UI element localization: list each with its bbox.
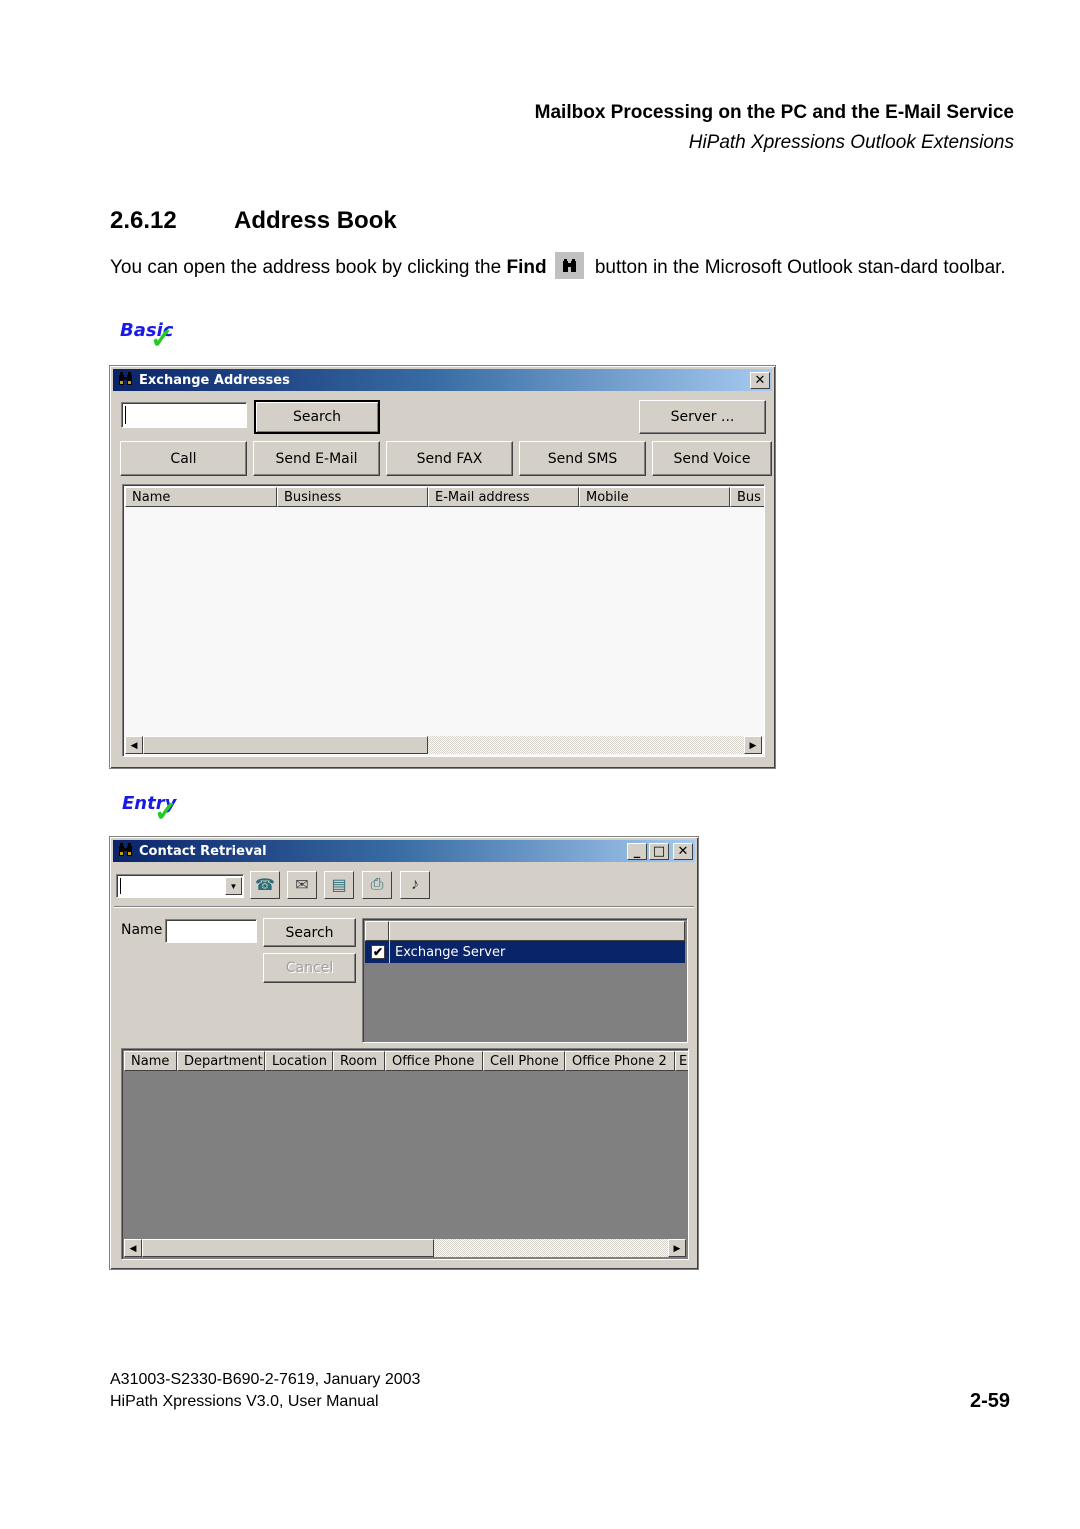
scroll-thumb[interactable] xyxy=(143,736,428,754)
column-header-email[interactable]: E-Mail address xyxy=(428,487,579,507)
server-list[interactable]: ✔ Exchange Server xyxy=(362,918,688,1043)
send-voice-button[interactable]: Send Voice xyxy=(652,441,772,476)
call-button[interactable]: Call xyxy=(120,441,247,476)
column-header-cell-phone[interactable]: Cell Phone xyxy=(483,1051,565,1071)
scroll-thumb[interactable] xyxy=(142,1239,434,1257)
entry-badge: Entry ✓ xyxy=(122,793,192,829)
footer-doc-id: A31003-S2330-B690-2-7619, January 2003 xyxy=(110,1371,421,1388)
column-header-location[interactable]: Location xyxy=(265,1051,333,1071)
close-button[interactable]: ✕ xyxy=(673,843,693,860)
horizontal-scrollbar[interactable]: ◀ ▶ xyxy=(125,736,762,754)
server-name: Exchange Server xyxy=(395,944,506,960)
contact-results-list[interactable]: Name Department Location Room Office Pho… xyxy=(121,1048,689,1260)
contact-title: Contact Retrieval xyxy=(139,843,267,859)
scroll-right-button[interactable]: ▶ xyxy=(668,1239,686,1257)
section-number: 2.6.12 xyxy=(110,207,177,234)
contact-titlebar[interactable]: Contact Retrieval _ □ ✕ xyxy=(113,840,695,862)
server-row-exchange[interactable]: ✔ Exchange Server xyxy=(365,941,685,963)
fax-icon[interactable]: ⎙ xyxy=(362,871,392,899)
checkbox-checked-icon[interactable]: ✔ xyxy=(371,945,385,959)
voice-icon[interactable]: ♪ xyxy=(400,871,430,899)
name-label: Name xyxy=(121,922,163,938)
exchange-search-button[interactable]: Search xyxy=(254,400,380,434)
phone-handset-icon[interactable]: ☎ xyxy=(250,871,280,899)
para-text-before: You can open the address book by clickin… xyxy=(110,257,507,278)
checkmark-icon: ✓ xyxy=(154,796,178,827)
exchange-titlebar[interactable]: Exchange Addresses ✕ xyxy=(113,369,772,391)
server-button[interactable]: Server ... xyxy=(639,400,766,434)
send-email-button[interactable]: Send E-Mail xyxy=(253,441,380,476)
binoculars-icon xyxy=(117,370,135,390)
column-header-e[interactable]: E xyxy=(675,1051,688,1071)
intro-paragraph: You can open the address book by clickin… xyxy=(110,252,1020,280)
para-text-after: button in the Microsoft Outlook stan-dar… xyxy=(589,257,1006,278)
mobile-sms-icon[interactable]: ▤ xyxy=(324,871,354,899)
close-button[interactable]: ✕ xyxy=(750,372,770,389)
row-divider xyxy=(389,941,390,963)
column-header-mobile[interactable]: Mobile xyxy=(579,487,730,507)
contact-search-button[interactable]: Search xyxy=(263,918,356,947)
scroll-right-button[interactable]: ▶ xyxy=(744,736,762,754)
minimize-button[interactable]: _ xyxy=(627,843,647,860)
exchange-results-list[interactable]: Name Business E-Mail address Mobile Bus … xyxy=(122,484,765,757)
checkmark-icon: ✓ xyxy=(150,323,174,354)
email-envelope-icon[interactable]: ✉ xyxy=(287,871,317,899)
contact-retrieval-dialog: Contact Retrieval _ □ ✕ ▼ ☎ ✉ ▤ ⎙ ♪ Name… xyxy=(109,836,699,1270)
basic-badge: Basic ✓ xyxy=(120,320,190,356)
server-column-check[interactable] xyxy=(365,921,389,941)
column-header-office-phone-2[interactable]: Office Phone 2 xyxy=(565,1051,675,1071)
exchange-search-input[interactable] xyxy=(121,402,247,428)
text-caret xyxy=(120,878,121,894)
column-header-department[interactable]: Department xyxy=(177,1051,265,1071)
column-header-room[interactable]: Room xyxy=(333,1051,385,1071)
send-sms-button[interactable]: Send SMS xyxy=(519,441,646,476)
scroll-left-button[interactable]: ◀ xyxy=(125,736,143,754)
para-find-bold: Find xyxy=(506,257,547,278)
binoculars-icon xyxy=(554,252,584,280)
exchange-title: Exchange Addresses xyxy=(139,372,290,388)
text-caret xyxy=(125,406,126,424)
toolbar-divider xyxy=(114,906,694,908)
horizontal-scrollbar[interactable]: ◀ ▶ xyxy=(124,1239,686,1257)
exchange-addresses-dialog: Exchange Addresses ✕ Search Server ... C… xyxy=(109,365,776,769)
running-header-title: Mailbox Processing on the PC and the E-M… xyxy=(534,102,1014,123)
chevron-down-icon[interactable]: ▼ xyxy=(225,877,242,895)
column-header-business[interactable]: Business xyxy=(277,487,428,507)
section-title: Address Book xyxy=(234,207,397,234)
column-header-name[interactable]: Name xyxy=(125,487,277,507)
send-fax-button[interactable]: Send FAX xyxy=(386,441,513,476)
binoculars-icon xyxy=(117,841,135,861)
column-header-name[interactable]: Name xyxy=(124,1051,177,1071)
contact-combo[interactable]: ▼ xyxy=(116,874,244,898)
column-header-office-phone[interactable]: Office Phone xyxy=(385,1051,483,1071)
scroll-left-button[interactable]: ◀ xyxy=(124,1239,142,1257)
column-header-bus[interactable]: Bus xyxy=(730,487,764,507)
running-header-subtitle: HiPath Xpressions Outlook Extensions xyxy=(688,132,1014,153)
page-number: 2-59 xyxy=(969,1390,1010,1412)
server-column-name[interactable] xyxy=(389,921,685,941)
maximize-button[interactable]: □ xyxy=(649,843,669,860)
footer-manual: HiPath Xpressions V3.0, User Manual xyxy=(110,1393,379,1410)
name-input[interactable] xyxy=(165,919,257,943)
cancel-button[interactable]: Cancel xyxy=(263,953,356,983)
